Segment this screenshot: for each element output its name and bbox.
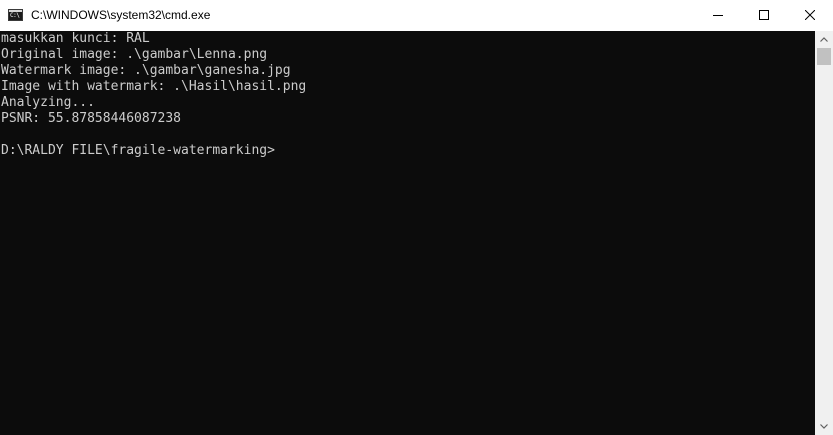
scroll-down-button[interactable] [815,418,833,435]
window-title: C:\WINDOWS\system32\cmd.exe [31,8,211,22]
title-bar[interactable]: C:\ C:\WINDOWS\system32\cmd.exe [0,0,833,31]
console-line: masukkan kunci: RAL [1,31,150,46]
scrollbar-thumb[interactable] [817,48,831,65]
maximize-button[interactable] [741,0,787,31]
vertical-scrollbar[interactable] [815,31,833,435]
cmd-window: C:\ C:\WINDOWS\system32\cmd.exe masukkan… [0,0,833,435]
console-line: Original image: .\gambar\Lenna.png [1,47,268,62]
minimize-button[interactable] [695,0,741,31]
command-prompt[interactable]: D:\RALDY FILE\fragile-watermarking> [1,143,275,159]
close-icon [805,10,815,20]
maximize-icon [759,10,769,20]
close-button[interactable] [787,0,833,31]
console-line: PSNR: 55.87858446087238 [1,111,182,126]
cmd-icon[interactable]: C:\ [8,9,23,21]
console-line: Image with watermark: .\Hasil\hasil.png [1,79,307,94]
arrow-down-icon [820,424,828,429]
scroll-up-button[interactable] [815,31,833,48]
console-line: Analyzing... [1,95,95,110]
console-line: Watermark image: .\gambar\ganesha.jpg [1,63,291,78]
arrow-up-icon [820,37,828,42]
minimize-icon [713,15,723,16]
console-output[interactable]: masukkan kunci: RAL Original image: .\ga… [0,31,815,435]
